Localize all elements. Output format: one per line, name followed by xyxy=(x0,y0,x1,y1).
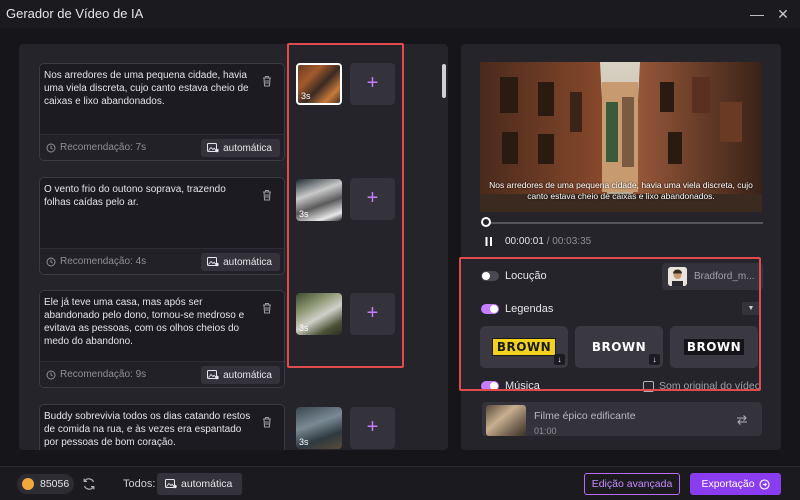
auto-media-button[interactable]: automática xyxy=(201,253,280,271)
coin-icon xyxy=(22,478,34,490)
close-button[interactable]: ✕ xyxy=(773,4,793,24)
scene-footer: Recomendação: 9s automática xyxy=(40,361,284,387)
auto-media-button[interactable]: automática xyxy=(201,366,280,384)
scene-footer: Recomendação: 7s automática xyxy=(40,134,284,160)
export-label: Exportação xyxy=(701,478,755,490)
auto-image-icon xyxy=(207,143,219,153)
trash-icon[interactable] xyxy=(260,188,274,202)
preview-subtitle: Nos arredores de uma pequena cidade, hav… xyxy=(489,180,753,201)
scene-text[interactable]: Buddy sobrevivia todos os dias catando r… xyxy=(44,410,252,449)
export-button[interactable]: Exportação xyxy=(690,473,781,495)
scene-thumbnail[interactable]: 3s xyxy=(296,407,342,449)
title-bar: Gerador de Vídeo de IA — ✕ xyxy=(0,0,800,28)
trash-icon[interactable] xyxy=(260,415,274,429)
recommendation: Recomendação: 4s xyxy=(46,256,146,267)
credits-display: 85056 xyxy=(17,474,74,494)
recommendation-text: Recomendação: 4s xyxy=(60,256,147,267)
scene-card[interactable]: O vento frio do outono soprava, trazendo… xyxy=(39,177,285,275)
auto-media-button[interactable]: automática xyxy=(201,139,280,157)
recommendation-text: Recomendação: 9s xyxy=(60,369,147,380)
scene-text[interactable]: Ele já teve uma casa, mas após ser aband… xyxy=(44,296,252,348)
bottom-toolbar: 85056 Todos: automática Edição avançada … xyxy=(0,466,800,500)
scrollbar-thumb[interactable] xyxy=(442,64,446,98)
progress-knob[interactable] xyxy=(481,217,491,227)
clock-icon xyxy=(46,370,56,379)
auto-label: automática xyxy=(223,256,272,268)
all-label: Todos: xyxy=(123,478,156,490)
progress-track[interactable] xyxy=(483,222,763,224)
auto-label: automática xyxy=(223,142,272,154)
trash-icon[interactable] xyxy=(260,301,274,315)
refresh-icon[interactable] xyxy=(82,477,96,491)
current-time: 00:00:01 xyxy=(505,236,544,247)
scene-text[interactable]: Nos arredores de uma pequena cidade, hav… xyxy=(44,69,252,108)
auto-label: automática xyxy=(223,369,272,381)
total-time: / 00:03:35 xyxy=(546,236,592,247)
trash-icon[interactable] xyxy=(260,74,274,88)
credits-count: 85056 xyxy=(40,478,70,490)
auto-image-icon xyxy=(207,370,219,380)
auto-image-icon xyxy=(207,257,219,267)
minimize-button[interactable]: — xyxy=(747,4,767,24)
export-icon xyxy=(759,478,770,490)
scene-text[interactable]: O vento frio do outono soprava, trazendo… xyxy=(44,183,252,209)
music-thumbnail xyxy=(486,405,526,436)
swap-icon[interactable] xyxy=(736,414,748,426)
highlight-box-media xyxy=(287,43,404,368)
clock-icon xyxy=(46,143,56,152)
auto-label: automática xyxy=(181,478,233,490)
video-preview[interactable]: Nos arredores de uma pequena cidade, hav… xyxy=(480,62,762,212)
clock-icon xyxy=(46,257,56,266)
music-title: Filme épico edificante xyxy=(534,410,636,422)
scene-card[interactable]: Nos arredores de uma pequena cidade, hav… xyxy=(39,63,285,161)
scene-card[interactable]: Buddy sobrevivia todos os dias catando r… xyxy=(39,404,285,450)
scene-footer: Recomendação: 4s automática xyxy=(40,248,284,274)
advanced-edit-button[interactable]: Edição avançada xyxy=(584,473,680,495)
thumb-duration: 3s xyxy=(299,437,309,447)
scene-card[interactable]: Ele já teve uma casa, mas após ser aband… xyxy=(39,290,285,388)
music-track[interactable]: Filme épico edificante 01:00 xyxy=(482,402,762,436)
recommendation: Recomendação: 7s xyxy=(46,142,146,153)
music-duration: 01:00 xyxy=(534,426,557,436)
recommendation-text: Recomendação: 7s xyxy=(60,142,147,153)
add-media-button[interactable]: + xyxy=(350,407,395,449)
pause-icon[interactable] xyxy=(485,237,493,246)
auto-image-icon xyxy=(165,479,177,489)
highlight-box-options xyxy=(459,257,761,391)
auto-all-button[interactable]: automática xyxy=(157,473,242,495)
recommendation: Recomendação: 9s xyxy=(46,369,146,380)
time-display: 00:00:01 / 00:03:35 xyxy=(505,236,591,247)
window-title: Gerador de Vídeo de IA xyxy=(6,6,144,21)
